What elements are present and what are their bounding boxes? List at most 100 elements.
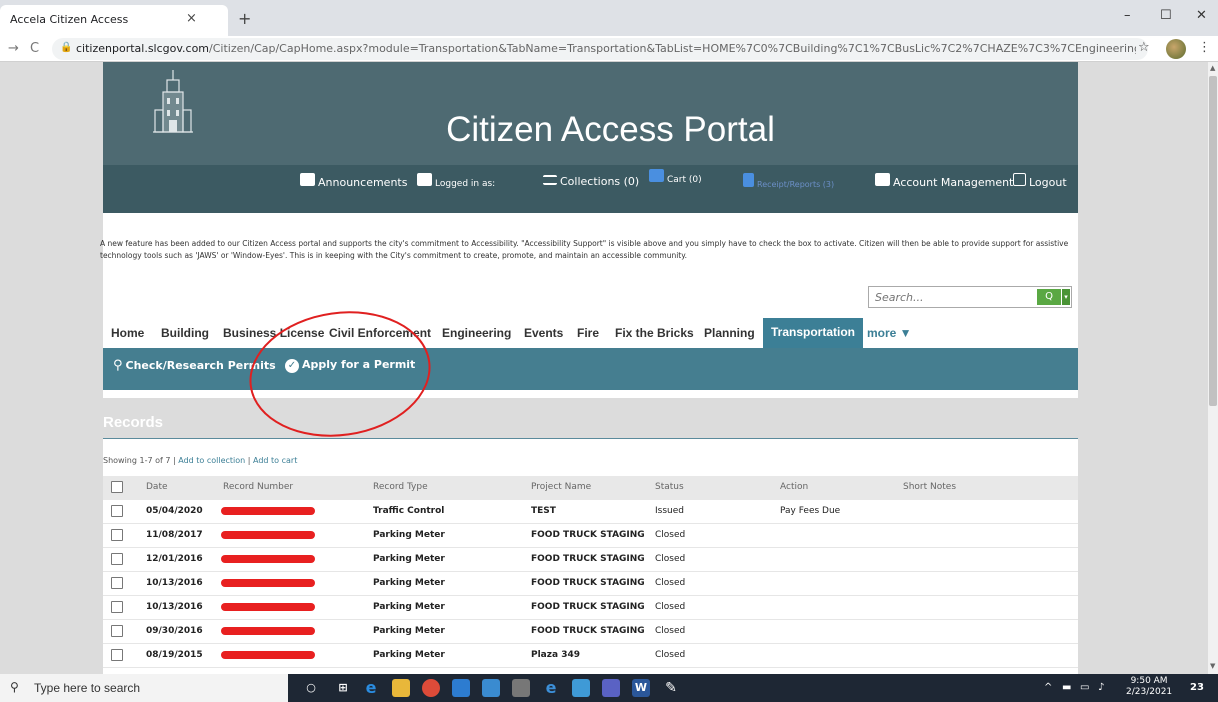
scroll-down-icon[interactable]: ▼ (1210, 662, 1215, 670)
app-icon[interactable] (482, 679, 500, 697)
row-checkbox[interactable] (111, 577, 123, 589)
table-row[interactable]: 10/13/2016 Parking Meter FOOD TRUCK STAGIN… (103, 572, 1078, 596)
menu-kebab-icon[interactable]: ⋮ (1198, 40, 1211, 55)
reload-icon[interactable]: C (30, 41, 39, 56)
tray-chevron-icon[interactable]: ^ (1044, 682, 1052, 693)
back-icon[interactable]: → (8, 41, 19, 56)
logout-link[interactable]: Logout (1013, 173, 1067, 189)
taskbar-search[interactable]: ⚲ Type here to search (0, 674, 288, 702)
row-checkbox[interactable] (111, 553, 123, 565)
select-all-checkbox[interactable] (111, 481, 123, 493)
cell-project-name: FOOD TRUCK STAGING (531, 626, 645, 636)
chrome-icon[interactable] (422, 679, 440, 697)
cell-project-name: Plaza 349 (531, 650, 580, 660)
table-row[interactable]: 12/01/2016 Parking Meter FOOD TRUCK STAGIN… (103, 548, 1078, 572)
tab-transportation[interactable]: Transportation (763, 318, 864, 348)
browser-tab[interactable]: Accela Citizen Access × (0, 5, 228, 36)
col-record-number[interactable]: Record Number (223, 482, 293, 492)
teams-icon[interactable] (602, 679, 620, 697)
tab-events[interactable]: Events (524, 326, 563, 340)
collections-link[interactable]: Collections (0) (543, 173, 639, 188)
outlook-icon[interactable] (452, 679, 470, 697)
row-checkbox[interactable] (111, 529, 123, 541)
url-text: citizenportal.slcgov.com/Citizen/Cap/Cap… (76, 42, 1136, 55)
lock-icon: 🔒 (60, 42, 73, 53)
records-divider (103, 438, 1078, 439)
redacted-record-number (221, 627, 315, 635)
row-checkbox[interactable] (111, 505, 123, 517)
module-tabs: Home Building Business License Civil Enf… (103, 318, 1078, 348)
cell-project-name: FOOD TRUCK STAGING (531, 554, 645, 564)
search-dropdown-icon[interactable]: ▾ (1062, 289, 1070, 305)
cell-project-name: TEST (531, 506, 556, 516)
close-window-icon[interactable]: ✕ (1196, 8, 1207, 23)
scroll-up-icon[interactable]: ▲ (1210, 64, 1215, 72)
edge-icon[interactable]: e (362, 679, 380, 697)
maximize-icon[interactable]: ☐ (1160, 8, 1172, 23)
search-input[interactable] (869, 287, 1034, 307)
row-checkbox[interactable] (111, 625, 123, 637)
records-title: Records (103, 414, 164, 431)
calculator-icon[interactable] (512, 679, 530, 697)
url-domain: citizenportal.slcgov.com (76, 42, 210, 55)
redacted-record-number (221, 579, 315, 587)
app2-icon[interactable] (572, 679, 590, 697)
col-record-type[interactable]: Record Type (373, 482, 428, 492)
announcements-link[interactable]: Announcements (300, 173, 407, 189)
paint-icon[interactable]: ✎ (662, 679, 680, 697)
page-scrollbar[interactable]: ▲ ▼ (1208, 62, 1218, 674)
cell-action[interactable]: Pay Fees Due (780, 506, 840, 516)
scroll-thumb[interactable] (1209, 76, 1217, 406)
col-status[interactable]: Status (655, 482, 684, 492)
col-action[interactable]: Action (780, 482, 808, 492)
tab-building[interactable]: Building (161, 326, 209, 340)
bookmark-star-icon[interactable]: ☆ (1138, 40, 1150, 55)
address-bar[interactable]: 🔒 citizenportal.slcgov.com/Citizen/Cap/C… (52, 38, 1148, 60)
cell-date: 12/01/2016 (146, 554, 203, 564)
search-button[interactable]: Q (1037, 289, 1061, 305)
account-management-link[interactable]: Account Management (875, 173, 1013, 189)
cart-link[interactable]: Cart (0) (649, 169, 702, 185)
tab-fix-the-bricks[interactable]: Fix the Bricks (615, 326, 694, 340)
tab-more[interactable]: more ▼ (867, 326, 912, 340)
minimize-icon[interactable]: – (1124, 8, 1131, 23)
row-checkbox[interactable] (111, 649, 123, 661)
add-to-collection-link[interactable]: Add to collection (178, 456, 245, 465)
task-view-icon[interactable]: ⊞ (334, 679, 352, 697)
document-icon (743, 173, 754, 187)
browser-toolbar: → C 🔒 citizenportal.slcgov.com/Citizen/C… (0, 36, 1218, 62)
add-to-cart-link[interactable]: Add to cart (253, 456, 297, 465)
notification-icon[interactable]: 23 (1188, 679, 1206, 697)
table-row[interactable]: 08/19/2015 Parking Meter Plaza 349 Closed (103, 644, 1078, 668)
table-row[interactable]: 09/30/2016 Parking Meter FOOD TRUCK STAGIN… (103, 620, 1078, 644)
network-icon[interactable]: ▭ (1080, 682, 1089, 693)
table-row[interactable]: 10/13/2016 Parking Meter FOOD TRUCK STAGIN… (103, 596, 1078, 620)
cell-status: Closed (655, 554, 686, 564)
taskbar-clock[interactable]: 9:50 AM 2/23/2021 (1126, 676, 1172, 698)
cart-icon (649, 169, 664, 182)
logged-in-label: Logged in as: (417, 173, 495, 189)
tab-fire[interactable]: Fire (577, 326, 599, 340)
table-row[interactable]: 05/04/2020 Traffic Control TEST Issued Pay F… (103, 500, 1078, 524)
ie-icon[interactable]: e (542, 679, 560, 697)
cell-record-type: Parking Meter (373, 554, 445, 564)
tab-engineering[interactable]: Engineering (442, 326, 511, 340)
row-checkbox[interactable] (111, 601, 123, 613)
col-short-notes[interactable]: Short Notes (903, 482, 956, 492)
receipts-link[interactable]: Receipt/Reports (3) (743, 173, 834, 189)
tab-planning[interactable]: Planning (704, 326, 755, 340)
browser-tabstrip: Accela Citizen Access × + – ☐ ✕ (0, 0, 1218, 36)
word-icon[interactable]: W (632, 679, 650, 697)
col-project-name[interactable]: Project Name (531, 482, 591, 492)
volume-icon[interactable]: ♪ (1098, 682, 1104, 693)
battery-icon: ▬ (1062, 682, 1072, 693)
profile-avatar[interactable] (1166, 39, 1186, 59)
new-tab-icon[interactable]: + (238, 9, 251, 28)
cell-project-name: FOOD TRUCK STAGING (531, 530, 645, 540)
tab-home[interactable]: Home (111, 326, 144, 340)
cortana-icon[interactable]: ○ (302, 679, 320, 697)
table-row[interactable]: 11/08/2017 Parking Meter FOOD TRUCK STAGIN… (103, 524, 1078, 548)
file-explorer-icon[interactable] (392, 679, 410, 697)
tab-close-icon[interactable]: × (186, 11, 197, 26)
col-date[interactable]: Date (146, 482, 168, 492)
